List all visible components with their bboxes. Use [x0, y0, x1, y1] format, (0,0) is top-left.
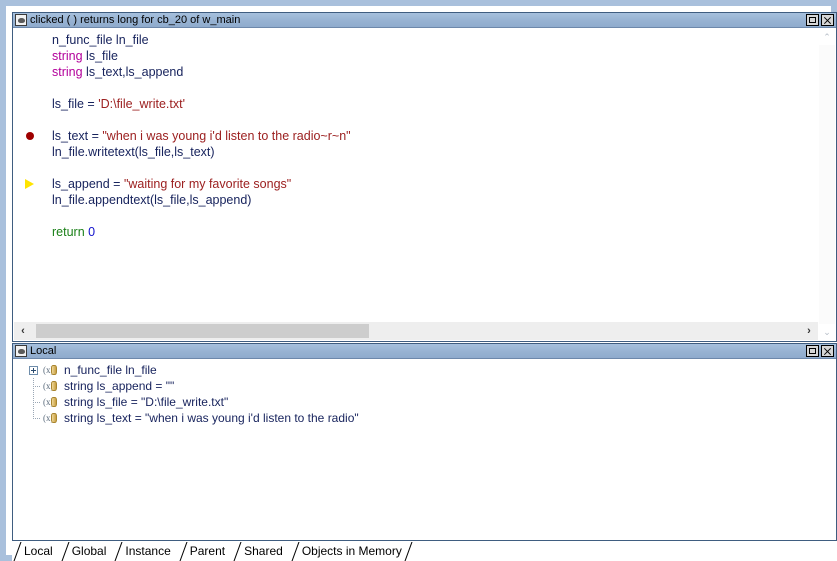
variable-label: string ls_append = ""	[64, 379, 175, 393]
code-token: ls_append =	[52, 177, 124, 191]
script-window-title: clicked ( ) returns long for cb_20 of w_…	[30, 13, 241, 26]
expand-plus-icon[interactable]	[29, 366, 38, 375]
variables-tree[interactable]: (x) n_func_file ln_file (x) string ls_appen…	[14, 360, 835, 539]
code-vertical-scrollbar[interactable]: ⌃ ⌄	[818, 29, 835, 340]
code-line[interactable]: ls_text = "when i was young i'd listen t…	[14, 128, 818, 144]
code-line[interactable]: string ls_text,ls_append	[14, 64, 818, 80]
code-line[interactable]: string ls_file	[14, 48, 818, 64]
code-lines: n_func_file ln_file string ls_file string …	[14, 29, 818, 240]
maximize-button[interactable]	[806, 345, 819, 357]
scroll-right-icon[interactable]: ›	[800, 322, 818, 340]
code-line[interactable]	[14, 112, 818, 128]
code-token: ls_file	[86, 49, 119, 63]
local-window-titlebar[interactable]: Local	[13, 344, 836, 359]
debugger-tab-strip: Local Global Instance Parent Shared Objects i…	[12, 541, 837, 561]
tab-edge	[290, 542, 302, 561]
code-token: ln_file.appendtext(ls_file,ls_append)	[52, 193, 252, 207]
tab-label: Parent	[189, 544, 226, 558]
tab-parent[interactable]: Parent	[177, 542, 233, 561]
variable-label: n_func_file ln_file	[64, 363, 157, 377]
tree-line	[33, 418, 41, 419]
tab-label: Instance	[125, 544, 171, 558]
local-window-buttons	[806, 345, 834, 357]
tree-line	[33, 386, 41, 387]
variable-icon: (x)	[43, 396, 58, 409]
code-line[interactable]: ln_file.appendtext(ls_file,ls_append)	[14, 192, 818, 208]
variable-icon: (x)	[43, 380, 58, 393]
tab-objects-in-memory[interactable]: Objects in Memory	[289, 542, 409, 561]
code-line[interactable]: n_func_file ln_file	[14, 32, 818, 48]
code-line[interactable]: return 0	[14, 224, 818, 240]
variable-icon: (x)	[43, 364, 58, 377]
script-window-buttons	[806, 14, 834, 26]
script-file-icon	[15, 14, 27, 26]
horizontal-scroll-thumb[interactable]	[36, 324, 369, 338]
tab-edge	[60, 542, 72, 561]
tab-label: Objects in Memory	[301, 544, 402, 558]
code-token: return	[52, 225, 89, 239]
application-frame: clicked ( ) returns long for cb_20 of w_…	[0, 0, 837, 561]
code-token: ls_text,ls_append	[86, 65, 184, 79]
variable-row[interactable]: (x) string ls_file = "D:\file_write.txt"	[14, 394, 835, 410]
variable-label: string ls_file = "D:\file_write.txt"	[64, 395, 229, 409]
tree-line	[33, 402, 41, 403]
script-editor-window: clicked ( ) returns long for cb_20 of w_…	[12, 12, 837, 342]
scroll-down-icon[interactable]: ⌄	[819, 324, 835, 340]
tab-shared[interactable]: Shared	[232, 542, 290, 561]
code-token: ln_file.writetext(ls_file,ls_text)	[52, 145, 215, 159]
tab-label: Shared	[244, 544, 283, 558]
tab-edge	[232, 542, 244, 561]
tab-list: Local Global Instance Parent Shared Objects i…	[12, 541, 409, 561]
code-line[interactable]: ln_file.writetext(ls_file,ls_text)	[14, 144, 818, 160]
maximize-button[interactable]	[806, 14, 819, 26]
tab-edge	[403, 542, 415, 561]
code-token: "waiting for my favorite songs"	[123, 177, 292, 191]
variable-row[interactable]: (x) n_func_file ln_file	[14, 362, 835, 378]
vertical-scroll-track[interactable]	[819, 45, 835, 324]
code-token: ls_text =	[52, 129, 103, 143]
code-line[interactable]: ls_file = 'D:\file_write.txt'	[14, 96, 818, 112]
tab-local[interactable]: Local	[12, 542, 60, 561]
variable-row[interactable]: (x) string ls_text = "when i was young i'…	[14, 410, 835, 426]
code-horizontal-scrollbar[interactable]: ‹ ›	[14, 321, 818, 340]
scroll-left-icon[interactable]: ‹	[14, 322, 32, 340]
script-window-titlebar[interactable]: clicked ( ) returns long for cb_20 of w_…	[13, 13, 836, 28]
tab-global[interactable]: Global	[59, 542, 114, 561]
close-button[interactable]	[821, 345, 834, 357]
close-button[interactable]	[821, 14, 834, 26]
code-line[interactable]	[14, 80, 818, 96]
tab-label: Global	[71, 544, 107, 558]
local-window-title: Local	[30, 344, 57, 357]
script-file-icon	[15, 345, 27, 357]
code-token: 'D:\file_write.txt'	[98, 97, 185, 111]
tab-edge	[113, 542, 125, 561]
tab-instance[interactable]: Instance	[113, 542, 178, 561]
tab-edge	[12, 542, 24, 561]
code-text-area[interactable]: n_func_file ln_file string ls_file string …	[14, 29, 818, 323]
tab-edge	[178, 542, 190, 561]
mdi-client-area: clicked ( ) returns long for cb_20 of w_…	[12, 12, 837, 561]
variable-row[interactable]: (x) string ls_append = ""	[14, 378, 835, 394]
code-token: "when i was young i'd listen to the radi…	[102, 129, 351, 143]
tab-label: Local	[24, 544, 53, 558]
code-token: ls_file =	[52, 97, 99, 111]
current-line-arrow-icon[interactable]	[24, 176, 40, 192]
code-line[interactable]	[14, 160, 818, 176]
code-token: string	[52, 65, 87, 79]
breakpoint-marker-icon[interactable]	[24, 128, 40, 144]
local-variables-window: Local (x) n_func_file ln_file (x) string ls…	[12, 343, 837, 541]
code-token: string	[52, 49, 87, 63]
code-token: 0	[88, 225, 96, 239]
variable-icon: (x)	[43, 412, 58, 425]
code-line[interactable]	[14, 208, 818, 224]
code-token: n_func_file ln_file	[52, 33, 149, 47]
scroll-up-icon[interactable]: ⌃	[819, 29, 835, 45]
variable-label: string ls_text = "when i was young i'd l…	[64, 411, 359, 425]
code-line[interactable]: ls_append = "waiting for my favorite son…	[14, 176, 818, 192]
